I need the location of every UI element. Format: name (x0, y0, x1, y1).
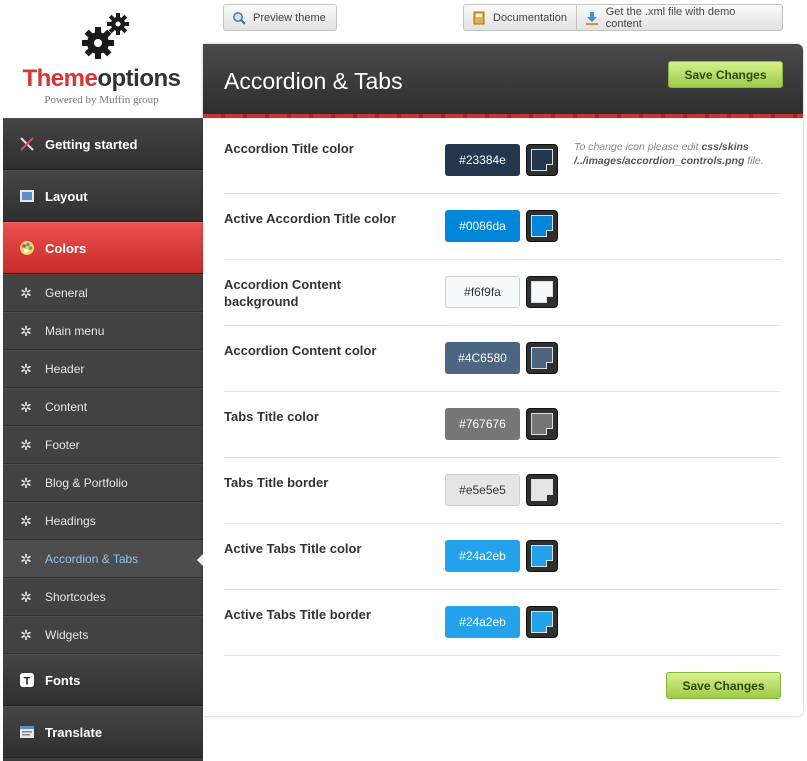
translate-icon (19, 724, 35, 740)
setting-label: Tabs Title color (224, 409, 319, 424)
tools-icon (19, 136, 35, 152)
cog-icon: ✲ (20, 284, 32, 301)
svg-text:T: T (24, 676, 31, 688)
sidebar-item-colors[interactable]: Colors (3, 222, 203, 274)
color-value-input[interactable]: #24a2eb (445, 540, 520, 572)
sidebar-subitem-footer[interactable]: ✲ Footer (3, 426, 203, 464)
setting-label: Accordion Title color (224, 141, 354, 156)
get-xml-button[interactable]: Get the .xml file with demo content (575, 5, 782, 30)
cog-icon: ✲ (20, 360, 32, 377)
preview-theme-button[interactable]: Preview theme (223, 4, 337, 31)
setting-row: Accordion Title color #23384e To change … (224, 140, 781, 194)
cog-icon: ✲ (20, 550, 32, 567)
font-icon: T (19, 672, 35, 688)
cog-icon: ✲ (20, 512, 32, 529)
setting-label: Accordion Content color (224, 343, 377, 358)
powered-by: Powered by Muffin group (44, 94, 159, 106)
color-picker-button[interactable] (526, 540, 558, 572)
color-picker-button[interactable] (526, 210, 558, 242)
cog-icon: ✲ (20, 436, 32, 453)
sidebar-item-getting-started[interactable]: Getting started (3, 118, 203, 170)
color-value-input[interactable]: #767676 (445, 408, 520, 440)
icon-edit-note: To change icon please edit css/skins /..… (574, 141, 764, 167)
layout-icon (19, 188, 35, 204)
gears-icon (82, 13, 129, 59)
color-picker-button[interactable] (526, 276, 558, 308)
setting-label: Active Tabs Title color (224, 541, 362, 556)
color-swatch (531, 413, 553, 435)
settings-panel: Accordion & Tabs Save Changes Accordion … (203, 44, 803, 716)
sidebar-subitem-widgets[interactable]: ✲ Widgets (3, 616, 203, 654)
color-picker-button[interactable] (526, 144, 558, 176)
color-swatch (531, 149, 553, 171)
sidebar-subitem-header[interactable]: ✲ Header (3, 350, 203, 388)
setting-label: Active Accordion Title color (224, 211, 396, 226)
setting-row: Accordion Content color #4C6580 (224, 326, 781, 392)
setting-row: Tabs Title border #e5e5e5 (224, 458, 781, 524)
setting-label: Tabs Title border (224, 475, 329, 490)
sidebar: Getting started Layout Colors ✲ General ✲… (3, 118, 203, 761)
setting-row: Active Accordion Title color #0086da (224, 194, 781, 260)
setting-row: Active Tabs Title border #24a2eb (224, 590, 781, 656)
color-picker-button[interactable] (526, 408, 558, 440)
color-value-input[interactable]: #e5e5e5 (445, 474, 520, 506)
color-value-input[interactable]: #4C6580 (445, 342, 520, 374)
color-value-input[interactable]: #f6f9fa (445, 276, 520, 308)
save-changes-button-top[interactable]: Save Changes (668, 61, 783, 88)
download-icon (585, 11, 599, 25)
setting-row: Active Tabs Title color #24a2eb (224, 524, 781, 590)
brand-name: Themeoptions (22, 65, 181, 92)
header-stripe (203, 114, 803, 118)
documentation-button[interactable]: Documentation (464, 5, 576, 30)
setting-label: Active Tabs Title border (224, 607, 371, 622)
cog-icon: ✲ (20, 474, 32, 491)
sidebar-item-fonts[interactable]: T Fonts (3, 654, 203, 706)
panel-header: Accordion & Tabs Save Changes (203, 44, 803, 118)
color-swatch (531, 215, 553, 237)
sidebar-subitem-headings[interactable]: ✲ Headings (3, 502, 203, 540)
cog-icon: ✲ (20, 588, 32, 605)
color-swatch (531, 281, 553, 303)
sidebar-item-layout[interactable]: Layout (3, 170, 203, 222)
cog-icon: ✲ (20, 398, 32, 415)
page-title: Accordion & Tabs (224, 68, 403, 94)
sidebar-item-translate[interactable]: Translate (3, 706, 203, 758)
color-value-input[interactable]: #23384e (445, 144, 520, 176)
setting-label: Accordion Content background (224, 277, 341, 309)
docs-button-group: Documentation Get the .xml file with dem… (463, 4, 783, 31)
color-picker-button[interactable] (526, 606, 558, 638)
logo: Themeoptions Powered by Muffin group (0, 0, 203, 117)
cog-icon: ✲ (20, 626, 32, 643)
palette-icon (19, 240, 35, 256)
setting-row: Tabs Title color #767676 (224, 392, 781, 458)
color-value-input[interactable]: #0086da (445, 210, 520, 242)
color-swatch (531, 611, 553, 633)
color-swatch (531, 347, 553, 369)
color-value-input[interactable]: #24a2eb (445, 606, 520, 638)
color-swatch (531, 479, 553, 501)
color-picker-button[interactable] (526, 474, 558, 506)
book-icon (472, 11, 486, 25)
sidebar-subitem-shortcodes[interactable]: ✲ Shortcodes (3, 578, 203, 616)
cog-icon: ✲ (20, 322, 32, 339)
save-changes-button-bottom[interactable]: Save Changes (666, 672, 781, 699)
sidebar-subitem-content[interactable]: ✲ Content (3, 388, 203, 426)
sidebar-subitem-general[interactable]: ✲ General (3, 274, 203, 312)
color-picker-button[interactable] (526, 342, 558, 374)
sidebar-subitem-main-menu[interactable]: ✲ Main menu (3, 312, 203, 350)
color-swatch (531, 545, 553, 567)
sidebar-subitem-blog-portfolio[interactable]: ✲ Blog & Portfolio (3, 464, 203, 502)
magnifier-icon (232, 11, 246, 25)
setting-row: Accordion Content background #f6f9fa (224, 260, 781, 326)
sidebar-subitem-accordion-tabs[interactable]: ✲ Accordion & Tabs (3, 540, 203, 578)
